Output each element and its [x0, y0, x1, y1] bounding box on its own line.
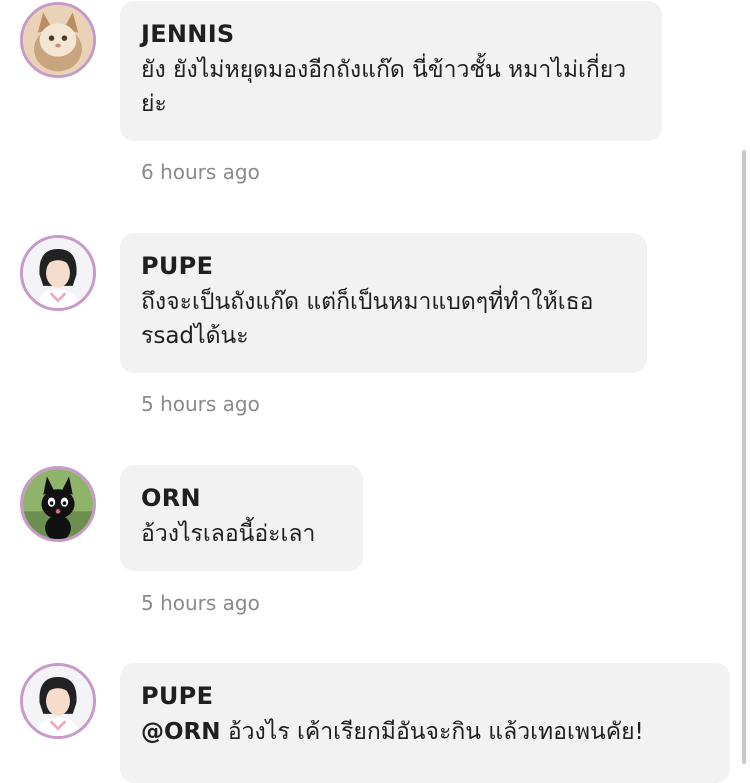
user-mention[interactable]: @ORN	[141, 719, 221, 745]
comment-text: อ้วงไรเลอนี้อ่ะเลา	[141, 521, 316, 547]
comment-timestamp: 5 hours ago	[141, 392, 260, 416]
comment-bubble: ORN อ้วงไรเลอนี้อ่ะเลา	[120, 465, 363, 571]
comment-text-body: อ้วงไร เค้าเรียกมีอันจะกิน แล้วเทอเพนคัย…	[227, 719, 644, 745]
scrollbar[interactable]	[742, 150, 746, 764]
user-avatar-cat[interactable]	[20, 2, 96, 78]
comment-bubble: PUPE @ORN อ้วงไร เค้าเรียกมีอันจะกิน แล้…	[120, 663, 730, 783]
comment-text: @ORN อ้วงไร เค้าเรียกมีอันจะกิน แล้วเทอเ…	[141, 715, 708, 749]
comment-timestamp: 5 hours ago	[141, 591, 260, 615]
user-avatar-girl[interactable]	[20, 235, 96, 311]
comment-bubble: JENNIS ยัง ยังไม่หยุดมองอีกถังแก๊ด นี่ข้…	[120, 1, 662, 141]
comment-author[interactable]: JENNIS	[141, 19, 640, 49]
user-avatar-girl[interactable]	[20, 663, 96, 739]
user-avatar-black-cat[interactable]	[20, 466, 96, 542]
comment-author[interactable]: PUPE	[141, 251, 625, 281]
comment-author[interactable]: PUPE	[141, 681, 708, 711]
comment-text: ยัง ยังไม่หยุดมองอีกถังแก๊ด นี่ข้าวชั้น …	[141, 57, 627, 117]
comment-text: ถึงจะเป็นถังแก๊ด แต่ก็เป็นหมาแบดๆที่ทำให…	[141, 289, 594, 349]
comment-author[interactable]: ORN	[141, 483, 341, 513]
comment-timestamp: 6 hours ago	[141, 160, 260, 184]
comment-bubble: PUPE ถึงจะเป็นถังแก๊ด แต่ก็เป็นหมาแบดๆที…	[120, 233, 647, 373]
